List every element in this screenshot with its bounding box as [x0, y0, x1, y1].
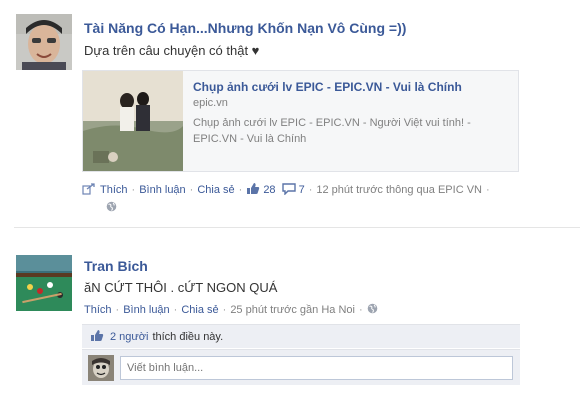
comment-input[interactable] — [120, 356, 513, 380]
shared-link-box[interactable]: Chụp ảnh cưới lv EPIC - EPIC.VN - Vui là… — [82, 70, 519, 172]
author-name[interactable]: Tran Bich — [84, 258, 148, 274]
shared-link-description: Chụp ảnh cưới lv EPIC - EPIC.VN - Người … — [193, 117, 471, 145]
share-link[interactable]: Chia sẻ — [197, 184, 234, 196]
share-arrow-icon — [82, 182, 96, 198]
author-avatar[interactable] — [16, 255, 72, 311]
like-link[interactable]: Thích — [84, 304, 112, 316]
share-link[interactable]: Chia sẻ — [181, 304, 218, 316]
post-timestamp[interactable]: 12 phút trước thông qua EPIC VN — [316, 184, 482, 196]
like-link[interactable]: Thích — [100, 184, 128, 196]
likers-link[interactable]: 2 người — [110, 331, 148, 343]
viewer-avatar[interactable] — [88, 355, 114, 381]
feed-story: Tài Năng Có Hạn...Nhưng Khốn Nạn Vô Cùng… — [0, 0, 580, 226]
comment-link[interactable]: Bình luận — [139, 184, 185, 196]
shared-link-thumbnail[interactable] — [83, 71, 183, 171]
globe-privacy-icon[interactable] — [106, 201, 117, 215]
post-message: ăN CỨT THÔI . cỨT NGON QUÁ — [84, 280, 278, 295]
story-actions: Thích · Bình luận · Chia sẻ · 25 phút tr… — [84, 303, 378, 317]
likes-text: thích điều này. — [152, 330, 224, 343]
thumbs-up-icon — [90, 329, 104, 345]
shared-link-title[interactable]: Chụp ảnh cưới lv EPIC - EPIC.VN - Vui là… — [193, 80, 462, 94]
like-count[interactable]: 28 — [263, 184, 275, 196]
likes-summary: 2 người thích điều này. — [82, 324, 520, 348]
comment-link[interactable]: Bình luận — [123, 304, 169, 316]
thumbs-up-icon — [246, 182, 260, 198]
comment-count[interactable]: 7 — [299, 184, 305, 196]
globe-privacy-icon[interactable] — [367, 303, 378, 317]
post-message: Dựa trên câu chuyện có thật ♥ — [84, 43, 260, 58]
author-name[interactable]: Tài Năng Có Hạn...Nhưng Khốn Nạn Vô Cùng… — [84, 20, 406, 36]
comment-composer — [82, 349, 520, 385]
shared-link-domain: epic.vn — [193, 97, 228, 109]
post-timestamp[interactable]: 25 phút trước gần Ha Noi — [230, 304, 355, 316]
story-actions: Thích · Bình luận · Chia sẻ · 28 7 · 12 … — [82, 182, 494, 198]
author-avatar[interactable] — [16, 14, 72, 70]
story-divider — [14, 227, 580, 228]
comment-bubble-icon — [281, 182, 296, 198]
